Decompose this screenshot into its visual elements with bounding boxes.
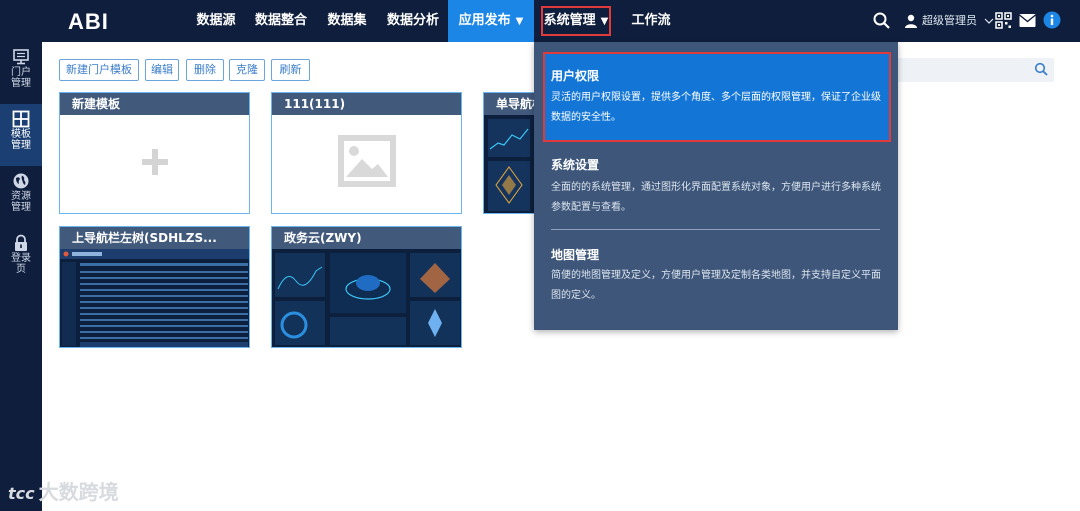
card-title: 上导航栏左树(SDHLZS...: [60, 227, 249, 249]
search-icon[interactable]: [872, 11, 892, 31]
delete-button[interactable]: 删除: [186, 59, 224, 81]
edit-button[interactable]: 编辑: [145, 59, 179, 81]
app-logo[interactable]: ABI: [68, 9, 109, 35]
template-card-zwy[interactable]: 政务云(ZWY): [271, 226, 462, 348]
sidebar-item-label: 门户管理: [11, 67, 31, 89]
new-portal-template-button[interactable]: 新建门户模板: [59, 59, 139, 81]
card-thumbnail: [60, 249, 249, 347]
username-label: 超级管理员: [922, 14, 977, 27]
nav-label: 应用发布: [458, 13, 511, 28]
template-card-111[interactable]: 111(111): [271, 92, 462, 214]
nav-data-source[interactable]: 数据源: [188, 0, 244, 42]
chevron-down-icon: ▼: [600, 16, 609, 27]
template-search-input[interactable]: [896, 58, 1054, 82]
menu-item-map-management[interactable]: 地图管理 简便的地图管理及定义，方便用户管理及定制各类地图，并支持自定义平面图的…: [534, 240, 898, 316]
card-title: 新建模板: [60, 93, 249, 115]
watermark: tcc 大数跨境: [8, 476, 119, 505]
dashboard-thumbnail: [275, 253, 460, 345]
app-root: ABI 数据源 数据整合 数据集 数据分析 应用发布 ▼ 系统管理 ▼ 工作流 超级…: [0, 0, 1080, 511]
nav-system-management[interactable]: 系统管理 ▼: [535, 0, 617, 42]
nav-app-publish[interactable]: 应用发布 ▼: [448, 0, 534, 42]
sidebar-item-portal-management[interactable]: 门户管理: [0, 42, 42, 104]
sidebar-item-template-management[interactable]: 模板管理: [0, 104, 42, 166]
dashboard-thumbnail: [60, 249, 249, 347]
watermark-logo: tcc: [8, 484, 35, 503]
highlight-annotation-box: [543, 52, 891, 142]
menu-item-system-settings[interactable]: 系统设置 全面的的系统管理，通过图形化界面配置系统对象，方便用户进行多种系统参数…: [534, 148, 898, 224]
menu-divider: [551, 229, 880, 230]
sidebar-item-label: 资源管理: [11, 191, 31, 213]
card-body: [272, 115, 461, 213]
monitor-icon: [13, 49, 29, 65]
nav-dataset[interactable]: 数据集: [321, 0, 373, 42]
menu-item-description: 全面的的系统管理，通过图形化界面配置系统对象，方便用户进行多种系统参数配置与查看…: [551, 182, 881, 213]
chevron-down-icon: [984, 18, 993, 24]
card-title: 111(111): [272, 93, 461, 115]
user-menu[interactable]: 超级管理员: [904, 0, 994, 42]
menu-item-title: 系统设置: [551, 158, 600, 172]
sidebar-item-label: 登录页: [11, 253, 31, 275]
sidebar: 门户管理 模板管理 资源管理 登录页: [0, 42, 42, 511]
search-icon[interactable]: [1034, 62, 1049, 77]
menu-item-title: 地图管理: [551, 248, 600, 262]
top-navigation-bar: ABI 数据源 数据整合 数据集 数据分析 应用发布 ▼ 系统管理 ▼ 工作流 超级…: [0, 0, 1080, 42]
card-title: 政务云(ZWY): [272, 227, 461, 249]
nav-label: 工作流: [631, 13, 671, 28]
watermark-text: 大数跨境: [38, 480, 119, 504]
info-icon[interactable]: [1043, 11, 1061, 29]
nav-workflow[interactable]: 工作流: [624, 0, 678, 42]
nav-label: 系统管理: [543, 13, 596, 28]
template-card-sdhlzs[interactable]: 上导航栏左树(SDHLZS...: [59, 226, 250, 348]
image-placeholder-icon: [338, 135, 396, 187]
card-body: [60, 115, 249, 213]
clone-button[interactable]: 克隆: [229, 59, 265, 81]
nav-label: 数据分析: [386, 13, 439, 28]
user-icon: [905, 14, 917, 28]
qrcode-icon[interactable]: [995, 12, 1012, 29]
chevron-down-icon: ▼: [515, 16, 524, 27]
refresh-button[interactable]: 刷新: [271, 59, 310, 81]
plus-icon[interactable]: [60, 115, 250, 214]
sidebar-item-label: 模板管理: [11, 129, 31, 151]
grid-icon: [12, 110, 30, 128]
sidebar-item-login-page[interactable]: 登录页: [0, 228, 42, 290]
mail-icon[interactable]: [1019, 13, 1036, 28]
sidebar-item-resource-management[interactable]: 资源管理: [0, 166, 42, 228]
globe-icon: [13, 173, 29, 189]
template-card-new[interactable]: 新建模板: [59, 92, 250, 214]
card-thumbnail: [272, 249, 461, 347]
nav-data-analysis[interactable]: 数据分析: [382, 0, 444, 42]
nav-label: 数据集: [327, 13, 367, 28]
nav-label: 数据源: [196, 13, 236, 28]
nav-label: 数据整合: [254, 13, 307, 28]
nav-data-integration[interactable]: 数据整合: [251, 0, 311, 42]
menu-item-description: 简便的地图管理及定义，方便用户管理及定制各类地图，并支持自定义平面图的定义。: [551, 270, 881, 301]
lock-icon: [15, 234, 27, 251]
